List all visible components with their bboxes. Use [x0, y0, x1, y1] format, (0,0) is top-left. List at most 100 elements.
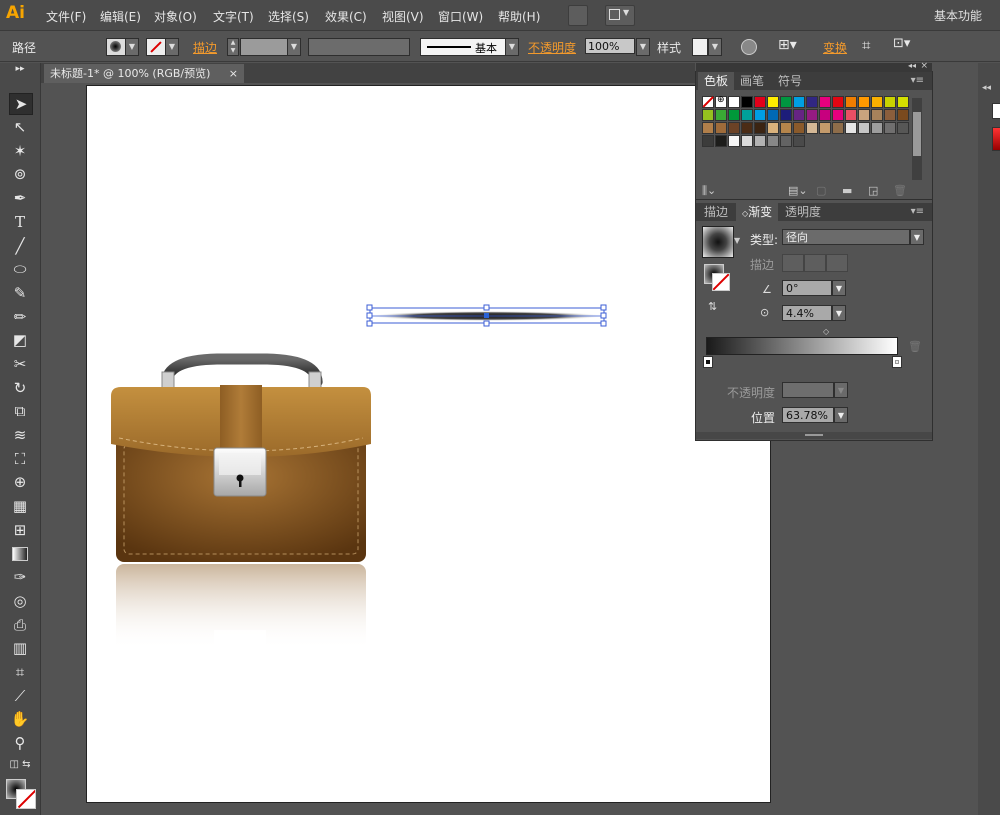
paintbrush-tool[interactable]: ✎	[9, 283, 31, 303]
panel-menu-icon[interactable]: ⊡▾	[893, 36, 910, 51]
menu-type[interactable]: 文字(T)	[213, 8, 254, 25]
color-swatch[interactable]	[754, 109, 766, 121]
color-swatch[interactable]	[871, 122, 883, 134]
color-swatch[interactable]	[819, 96, 831, 108]
collapse-icon[interactable]: ▸▸	[9, 65, 31, 74]
shape-builder-tool[interactable]: ⊕	[9, 472, 31, 492]
color-swatch[interactable]	[728, 135, 740, 147]
opacity-label[interactable]: 不透明度	[528, 39, 576, 56]
hand-tool[interactable]: ✋	[9, 709, 31, 729]
ellipse-tool[interactable]: ⬭	[9, 259, 31, 279]
column-graph-tool[interactable]: ▥	[9, 638, 31, 658]
delete-swatch-icon[interactable]: 🗑	[893, 184, 907, 197]
stroke-along-button[interactable]	[804, 254, 826, 272]
new-swatch-icon[interactable]: ◲	[868, 184, 878, 197]
color-swatch[interactable]	[754, 135, 766, 147]
gradient-slider[interactable]	[706, 337, 898, 355]
swatch-options-icon[interactable]: ▢	[816, 184, 826, 197]
graphic-style-swatch[interactable]	[692, 38, 708, 56]
tab-gradient[interactable]: ◇渐变	[736, 203, 779, 221]
menu-window[interactable]: 窗口(W)	[438, 8, 483, 25]
selected-gradient-path[interactable]	[365, 303, 611, 329]
color-swatch[interactable]	[884, 96, 896, 108]
color-swatch[interactable]	[819, 122, 831, 134]
bridge-button[interactable]	[568, 5, 588, 26]
delete-stop-icon[interactable]: 🗑	[908, 340, 922, 353]
gradient-preview-swatch[interactable]	[702, 226, 734, 258]
color-swatch[interactable]	[832, 96, 844, 108]
scissors-tool[interactable]: ✂	[9, 354, 31, 374]
color-swatch[interactable]	[884, 109, 896, 121]
color-swatch[interactable]	[702, 109, 714, 121]
angle-field[interactable]: 0°	[782, 280, 832, 296]
collapse-icon[interactable]: ◂◂	[908, 61, 916, 70]
fill-dropdown[interactable]: ▼	[125, 38, 139, 56]
pencil-tool[interactable]: ✏	[9, 307, 31, 327]
new-group-icon[interactable]: ▬	[842, 184, 852, 197]
color-swatch[interactable]	[832, 122, 844, 134]
color-guide-icon[interactable]	[992, 127, 1000, 151]
color-panel-icon[interactable]	[992, 103, 1000, 119]
color-swatch[interactable]	[754, 122, 766, 134]
transform-label[interactable]: 变换	[823, 39, 847, 56]
stroke-swatch[interactable]	[16, 789, 36, 809]
mesh-tool[interactable]: ⊞	[9, 520, 31, 540]
color-swatch[interactable]	[728, 122, 740, 134]
color-swatch[interactable]	[767, 96, 779, 108]
stop-opacity-field[interactable]	[782, 382, 834, 398]
color-swatch[interactable]	[845, 96, 857, 108]
recolor-artwork-icon[interactable]	[741, 39, 757, 55]
stroke-label[interactable]: 描边	[193, 39, 217, 56]
color-swatch[interactable]	[845, 122, 857, 134]
swatch-library-icon[interactable]: ⫼⌄	[702, 184, 716, 198]
stop-opacity-dropdown[interactable]: ▼	[834, 382, 848, 398]
direct-selection-tool[interactable]: ↖	[9, 117, 31, 137]
show-kinds-icon[interactable]: ▤⌄	[788, 184, 808, 197]
zoom-tool[interactable]: ⚲	[9, 733, 31, 753]
color-swatch[interactable]	[728, 109, 740, 121]
color-swatch[interactable]	[793, 109, 805, 121]
color-swatch[interactable]	[715, 135, 727, 147]
color-swatch[interactable]	[767, 135, 779, 147]
color-swatch[interactable]	[754, 96, 766, 108]
stroke-within-button[interactable]	[782, 254, 804, 272]
color-swatch[interactable]	[728, 96, 740, 108]
color-swatch[interactable]	[897, 109, 909, 121]
stroke-weight-dropdown[interactable]: ▼	[287, 38, 301, 56]
expand-icon[interactable]: ◂◂	[982, 83, 991, 93]
gradient-stop-start[interactable]	[703, 356, 713, 368]
rotate-tool[interactable]: ↻	[9, 378, 31, 398]
color-swatch[interactable]	[819, 109, 831, 121]
scale-tool[interactable]: ⧉	[9, 401, 31, 421]
pen-tool[interactable]: ✒	[9, 188, 31, 208]
color-swatch[interactable]	[715, 122, 727, 134]
tab-stroke[interactable]: 描边	[698, 203, 734, 221]
type-tool[interactable]: T	[9, 212, 31, 232]
color-swatch[interactable]	[793, 96, 805, 108]
color-swatch[interactable]	[780, 135, 792, 147]
aspect-ratio-dropdown[interactable]: ▼	[832, 305, 846, 321]
perspective-grid-tool[interactable]: ▦	[9, 496, 31, 516]
opacity-field[interactable]: 100%	[585, 38, 635, 54]
color-swatch[interactable]	[832, 109, 844, 121]
menu-view[interactable]: 视图(V)	[382, 8, 424, 25]
brush-dropdown[interactable]: ▼	[505, 38, 519, 56]
arrange-documents-button[interactable]: ▼	[605, 5, 635, 26]
stroke-dropdown[interactable]: ▼	[165, 38, 179, 56]
aspect-ratio-field[interactable]: 4.4%	[782, 305, 832, 321]
color-swatch[interactable]	[767, 109, 779, 121]
opacity-dropdown[interactable]: ▼	[636, 38, 650, 56]
location-field[interactable]: 63.78%	[782, 407, 834, 423]
swatch-scrollbar[interactable]	[912, 98, 922, 180]
menu-object[interactable]: 对象(O)	[154, 8, 197, 25]
registration-swatch[interactable]: ⊕	[715, 95, 727, 108]
color-swatch[interactable]	[858, 122, 870, 134]
slice-tool[interactable]: ⟋	[9, 686, 31, 706]
color-swatch[interactable]	[858, 109, 870, 121]
selection-tool[interactable]: ➤	[9, 93, 33, 115]
color-swatch[interactable]	[871, 96, 883, 108]
color-swatch[interactable]	[806, 122, 818, 134]
type-dropdown[interactable]: ▼	[910, 229, 924, 245]
briefcase-illustration[interactable]	[107, 352, 377, 652]
color-swatch[interactable]	[741, 96, 753, 108]
